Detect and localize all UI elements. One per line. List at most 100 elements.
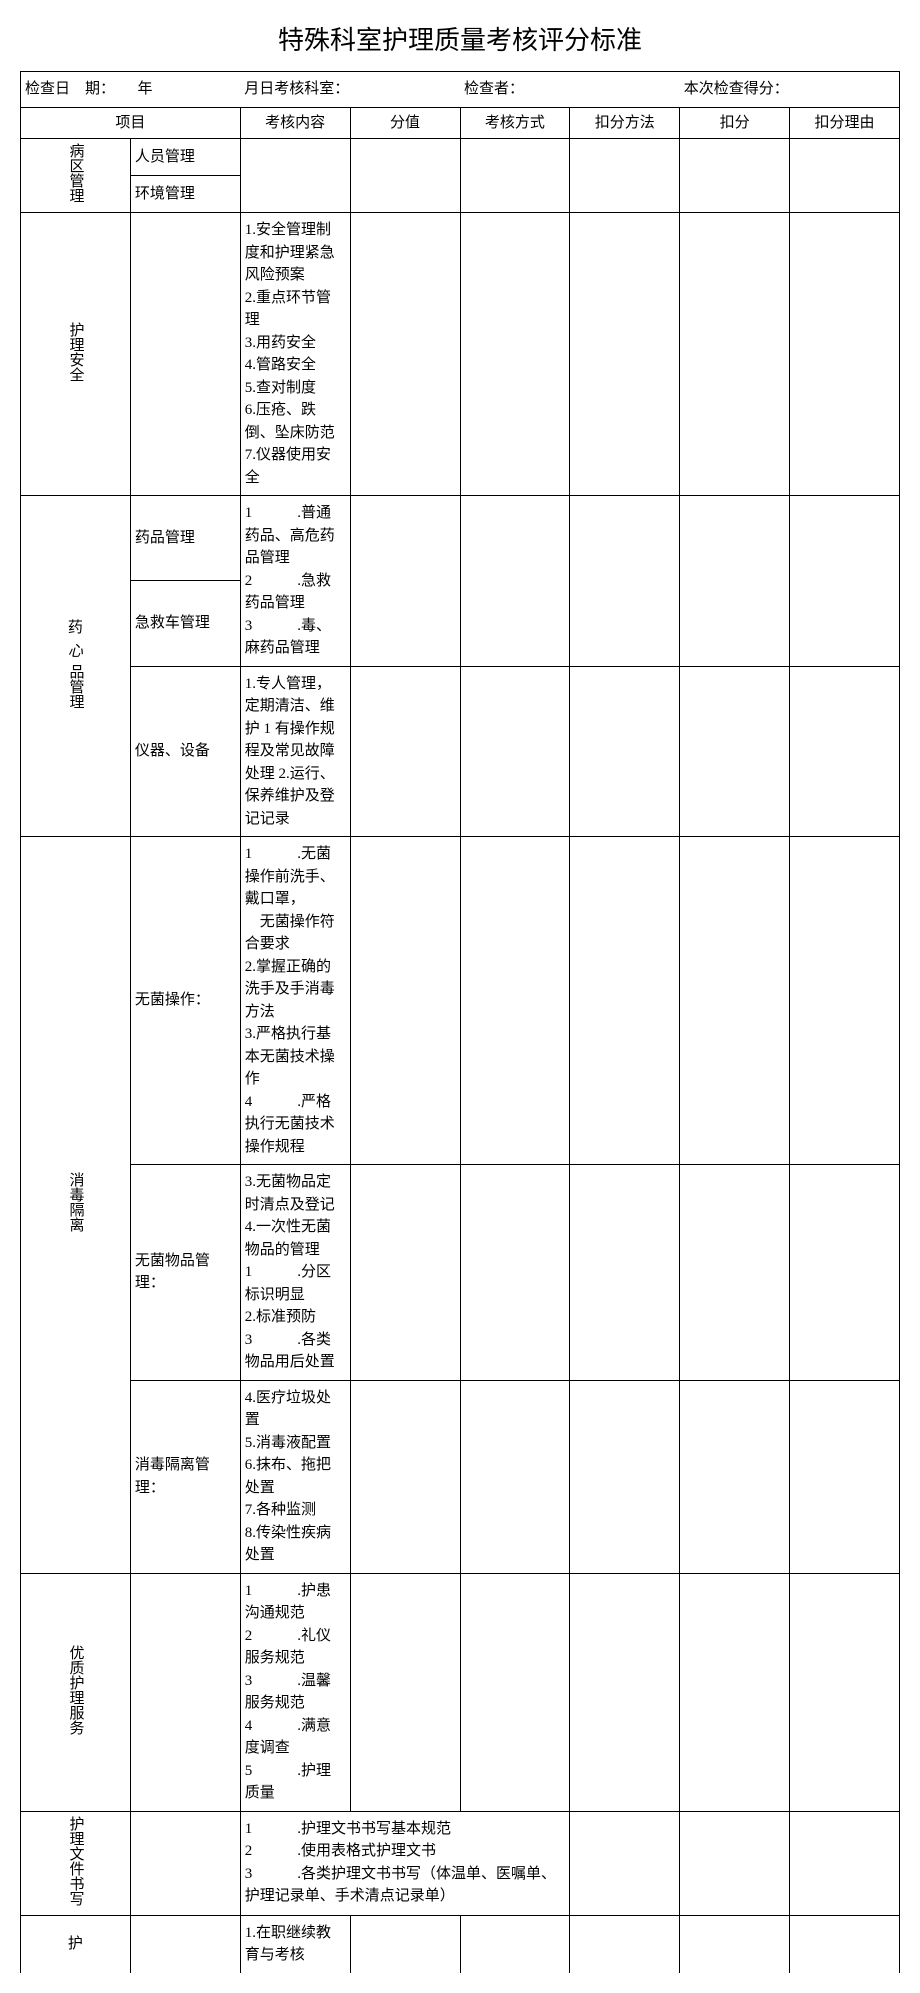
cell (570, 1573, 680, 1811)
disinfect-label: 消毒隔离 (21, 837, 131, 1574)
doc-sub (130, 1811, 240, 1915)
cell (350, 666, 460, 837)
doc-row: 护理文件书写 1 .护理文书书写基本规范 2 .使用表格式护理文书 3 .各类护… (21, 1811, 900, 1915)
date-label: 检查日 期： 年 (21, 72, 241, 108)
cell (680, 213, 790, 496)
drug-sub1: 药品管理 (130, 496, 240, 581)
checker-label: 检查者： (460, 72, 680, 108)
drug-sub2: 急救车管理 (130, 581, 240, 666)
cell (350, 496, 460, 667)
evaluation-table: 检查日 期： 年 月日考核科室： 检查者： 本次检查得分： 项目 考核内容 分值… (20, 71, 900, 1973)
edu-row: 护 1.在职继续教育与考核 (21, 1915, 900, 1973)
drug-sub1-content: 1 .普通药品、高危药品管理 2 .急救药品管理 3 .毒、麻药品管理 (240, 496, 350, 667)
col-mode: 考核方式 (460, 107, 570, 139)
safety-row: 护理安全 1.安全管理制度和护理紧急风险预案 2.重点环节管理 3.用药安全 4… (21, 213, 900, 496)
ward-content (240, 139, 350, 213)
cell (570, 496, 680, 667)
col-content: 考核内容 (240, 107, 350, 139)
cell (460, 666, 570, 837)
cell (790, 1811, 900, 1915)
ward-sub2: 环境管理 (130, 176, 240, 213)
disinfect-sub3: 消毒隔离管理： (130, 1380, 240, 1573)
disinfect-sub1-content: 1 .无菌操作前洗手、戴口罩， 无菌操作符合要求 2.掌握正确的洗手及手消毒方法… (240, 837, 350, 1165)
cell (350, 1380, 460, 1573)
safety-content: 1.安全管理制度和护理紧急风险预案 2.重点环节管理 3.用药安全 4.管路安全… (240, 213, 350, 496)
drug-sub3-content: 1.专人管理，定期清洁、维护 1 有操作规程及常见故障处理 2.运行、保养维护及… (240, 666, 350, 837)
cell (790, 1915, 900, 1973)
cell (680, 1165, 790, 1381)
cell (680, 837, 790, 1165)
dept-label: 月日考核科室： (240, 72, 460, 108)
cell (680, 666, 790, 837)
cell (790, 837, 900, 1165)
cell (790, 496, 900, 667)
cell (350, 213, 460, 496)
cell (570, 1380, 680, 1573)
doc-content: 1 .护理文书书写基本规范 2 .使用表格式护理文书 3 .各类护理文书书写（体… (240, 1811, 570, 1915)
cell (460, 496, 570, 667)
cell (460, 1380, 570, 1573)
col-dscore: 扣分 (680, 107, 790, 139)
cell (460, 139, 570, 213)
cell (790, 213, 900, 496)
cell (680, 1811, 790, 1915)
safety-label: 护理安全 (21, 213, 131, 496)
safety-sub (130, 213, 240, 496)
cell (570, 1811, 680, 1915)
quality-sub (130, 1573, 240, 1811)
cell (570, 837, 680, 1165)
cell (350, 139, 460, 213)
edu-content: 1.在职继续教育与考核 (240, 1915, 350, 1973)
drug-label: 药 心 品管理 (21, 496, 131, 837)
cell (460, 1165, 570, 1381)
disinfect-sub1: 无菌操作： (130, 837, 240, 1165)
edu-sub (130, 1915, 240, 1973)
page-title: 特殊科室护理质量考核评分标准 (20, 20, 900, 57)
ward-sub1: 人员管理 (130, 139, 240, 176)
drug-row3: 仪器、设备 1.专人管理，定期清洁、维护 1 有操作规程及常见故障处理 2.运行… (21, 666, 900, 837)
edu-label: 护 (21, 1915, 131, 1973)
cell (570, 666, 680, 837)
col-dreason: 扣分理由 (790, 107, 900, 139)
cell (460, 1915, 570, 1973)
cell (570, 1915, 680, 1973)
quality-row: 优质护理服务 1 .护患沟通规范 2 .礼仪服务规范 3 .温馨服务规范 4 .… (21, 1573, 900, 1811)
quality-label: 优质护理服务 (21, 1573, 131, 1811)
ward-label: 病区管理 (21, 139, 131, 213)
cell (570, 1165, 680, 1381)
drug-row1: 药 心 品管理 药品管理 1 .普通药品、高危药品管理 2 .急救药品管理 3 … (21, 496, 900, 581)
info-row: 检查日 期： 年 月日考核科室： 检查者： 本次检查得分： (21, 72, 900, 108)
drug-sub3: 仪器、设备 (130, 666, 240, 837)
cell (350, 837, 460, 1165)
cell (460, 837, 570, 1165)
cell (570, 213, 680, 496)
cell (460, 213, 570, 496)
cell (680, 496, 790, 667)
doc-label: 护理文件书写 (21, 1811, 131, 1915)
cell (350, 1915, 460, 1973)
ward-row1: 病区管理 人员管理 (21, 139, 900, 176)
col-dmethod: 扣分方法 (570, 107, 680, 139)
cell (570, 139, 680, 213)
score-label: 本次检查得分： (680, 72, 900, 108)
cell (790, 1165, 900, 1381)
cell (790, 139, 900, 213)
disinfect-sub2-content: 3.无菌物品定时清点及登记 4.一次性无菌物品的管理 1 .分区标识明显 2.标… (240, 1165, 350, 1381)
disinfect-sub2: 无菌物品管理： (130, 1165, 240, 1381)
cell (790, 666, 900, 837)
cell (460, 1573, 570, 1811)
disinfect-row2: 无菌物品管理： 3.无菌物品定时清点及登记 4.一次性无菌物品的管理 1 .分区… (21, 1165, 900, 1381)
disinfect-row3: 消毒隔离管理： 4.医疗垃圾处置 5.消毒液配置 6.抹布、拖把处置 7.各种监… (21, 1380, 900, 1573)
quality-content: 1 .护患沟通规范 2 .礼仪服务规范 3 .温馨服务规范 4 .满意度调查 5… (240, 1573, 350, 1811)
column-headers: 项目 考核内容 分值 考核方式 扣分方法 扣分 扣分理由 (21, 107, 900, 139)
cell (790, 1573, 900, 1811)
cell (350, 1573, 460, 1811)
cell (680, 139, 790, 213)
disinfect-row1: 消毒隔离 无菌操作： 1 .无菌操作前洗手、戴口罩， 无菌操作符合要求 2.掌握… (21, 837, 900, 1165)
col-score: 分值 (350, 107, 460, 139)
cell (350, 1165, 460, 1381)
cell (680, 1380, 790, 1573)
disinfect-sub3-content: 4.医疗垃圾处置 5.消毒液配置 6.抹布、拖把处置 7.各种监测 8.传染性疾… (240, 1380, 350, 1573)
col-project: 项目 (21, 107, 241, 139)
cell (680, 1915, 790, 1973)
